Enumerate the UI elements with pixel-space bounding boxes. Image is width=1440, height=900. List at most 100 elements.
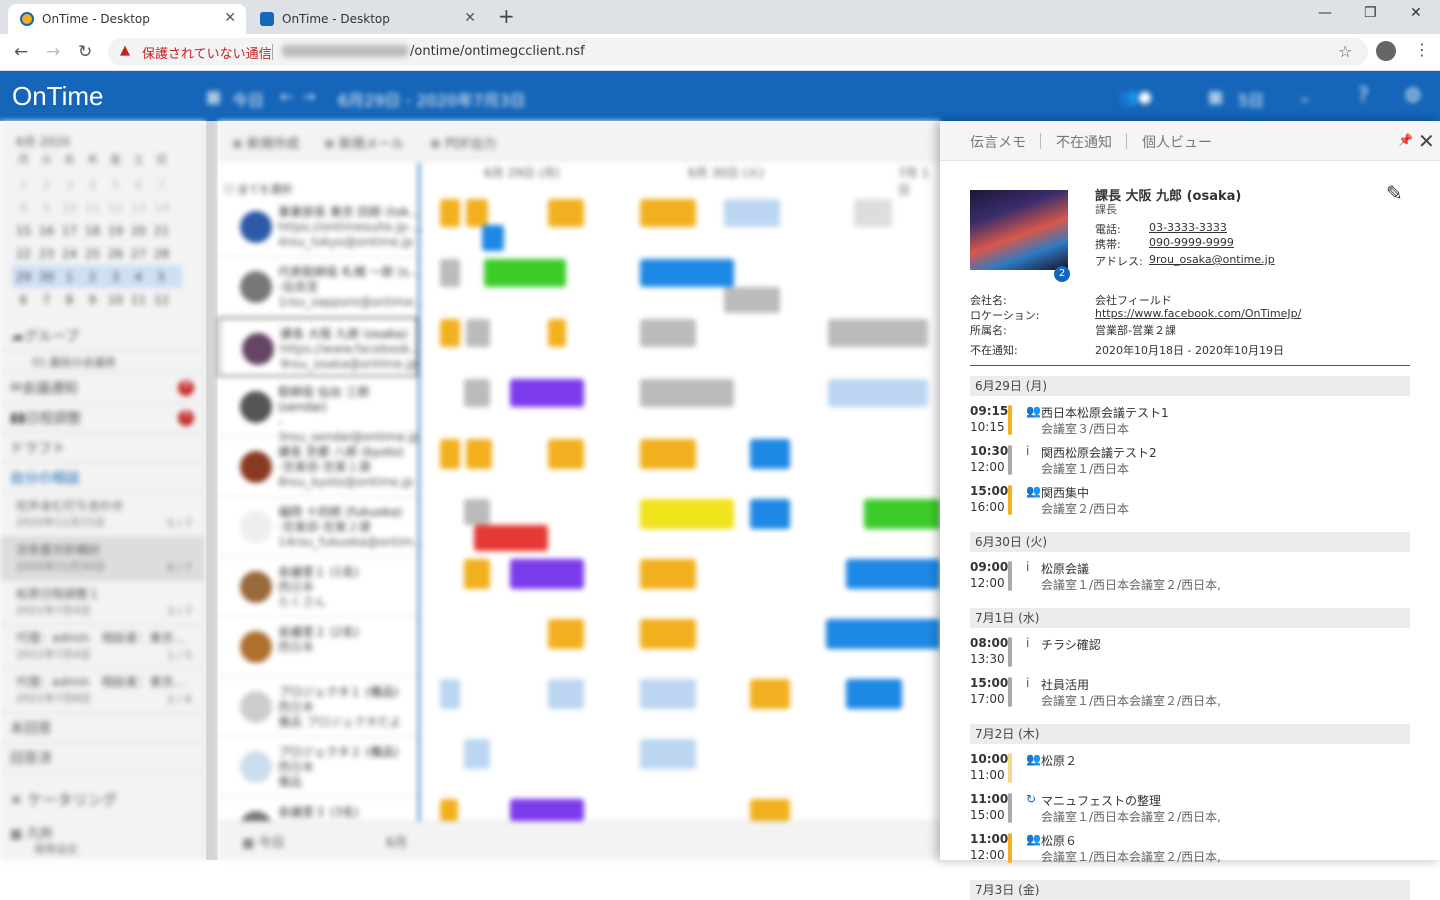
day-cell[interactable]: 2 [81, 270, 104, 284]
event-block[interactable] [440, 439, 460, 469]
event-block[interactable] [750, 499, 790, 529]
event-block[interactable] [474, 525, 548, 551]
day-cell[interactable]: 13 [127, 201, 150, 215]
event-block[interactable] [548, 619, 584, 649]
browser-tab-active[interactable]: OnTime - Desktop ✕ [8, 4, 246, 34]
gear-icon[interactable]: ⚙ [1404, 83, 1422, 107]
event-block[interactable] [482, 225, 504, 251]
tab-message-memo[interactable]: 伝言メモ [970, 132, 1026, 152]
mini-calendar[interactable]: 月火水木金土日 1 2 3 4 5 6 7 8 9 10 11 12 13 14 15 16 17 18 19 20 21… [12, 151, 182, 311]
tab-personal-view[interactable]: 個人ビュー [1142, 132, 1212, 152]
day-cell[interactable]: 26 [104, 247, 127, 261]
event-block[interactable] [548, 439, 584, 469]
event-block[interactable] [440, 679, 460, 709]
event-block[interactable] [640, 619, 696, 649]
unanswered-row[interactable]: 未回答 [0, 713, 206, 743]
agenda-event[interactable]: 10:30 12:00 i 関西松原会議テスト2 会議室１/西日本 [970, 444, 1410, 478]
bottom-today-button[interactable]: ▦ 今日 [242, 832, 284, 851]
day-cell[interactable]: 14 [150, 201, 173, 215]
close-icon[interactable]: ✕ [1418, 129, 1435, 153]
restore-icon[interactable]: ❐ [1364, 5, 1377, 21]
bottom-month[interactable]: 6月 [386, 832, 407, 851]
day-cell[interactable]: 21 [150, 224, 173, 238]
new-tab-icon[interactable]: + [498, 4, 515, 28]
event-block[interactable] [828, 319, 928, 347]
day-cell[interactable]: 29 [12, 270, 35, 284]
day-cell[interactable]: 10 [104, 293, 127, 307]
event-block[interactable] [640, 439, 696, 469]
agenda-event[interactable]: 09:15 10:15 👥 西日本松原会議テスト1 会議室３/西日本 [970, 404, 1410, 438]
event-block[interactable] [466, 319, 490, 347]
day-cell[interactable]: 5 [150, 270, 173, 284]
view-days[interactable]: 5日 [1238, 87, 1264, 111]
legend-row[interactable]: ▦ 凡例 [10, 823, 52, 842]
event-block[interactable] [464, 499, 490, 525]
event-block[interactable] [640, 319, 696, 347]
event-block[interactable] [440, 199, 460, 227]
star-icon[interactable]: ☆ [1338, 42, 1352, 61]
close-tab-icon[interactable]: ✕ [464, 10, 476, 26]
event-block[interactable] [464, 559, 490, 589]
browser-tab-inactive[interactable]: OnTime - Desktop ✕ [248, 4, 486, 34]
day-cell[interactable]: 12 [150, 293, 173, 307]
event-block[interactable] [640, 739, 696, 769]
day-cell[interactable]: 3 [58, 178, 81, 192]
agenda-event[interactable]: 10:00 11:00 👥 松原２ [970, 752, 1410, 786]
day-cell[interactable]: 25 [81, 247, 104, 261]
day-cell[interactable]: 2 [35, 178, 58, 192]
mobile-link[interactable]: 090-9999-9999 [1149, 236, 1234, 249]
day-cell[interactable]: 19 [104, 224, 127, 238]
next-icon[interactable]: → [302, 87, 315, 106]
agenda-event[interactable]: 15:00 16:00 👥 関西集中 会議室２/西日本 [970, 484, 1410, 518]
day-cell[interactable]: 7 [150, 178, 173, 192]
event-block[interactable] [846, 679, 902, 709]
day-cell[interactable]: 6 [12, 293, 35, 307]
day-cell[interactable]: 11 [127, 293, 150, 307]
collapse-handle[interactable] [206, 121, 218, 860]
event-block[interactable] [640, 379, 734, 407]
event-block[interactable] [724, 287, 780, 313]
day-cell[interactable]: 24 [58, 247, 81, 261]
day-cell[interactable]: 8 [58, 293, 81, 307]
people-toggle-icon[interactable]: 👥● [1118, 87, 1152, 106]
day-cell[interactable]: 16 [35, 224, 58, 238]
event-block[interactable] [548, 679, 584, 709]
agenda-event[interactable]: 11:00 15:00 ↻ マニュフェストの整理 会議室１/西日本会議室２/西日本, [970, 792, 1410, 826]
consult-item[interactable]: 社外含む打ち合わせ 2020年11月15日 5 / 7 [0, 493, 206, 537]
event-block[interactable] [750, 799, 790, 821]
day-cell[interactable]: 27 [127, 247, 150, 261]
event-block[interactable] [440, 799, 458, 821]
location-link[interactable]: https://www.facebook.com/OnTimeJp/ [1095, 307, 1301, 320]
view-calendar-icon[interactable]: ▦ [1208, 87, 1223, 106]
event-block[interactable] [826, 619, 940, 649]
chevron-down-icon[interactable]: ⌄ [1298, 87, 1311, 106]
day-cell[interactable]: 28 [150, 247, 173, 261]
event-block[interactable] [440, 319, 460, 347]
event-block[interactable] [828, 379, 928, 407]
day-cell[interactable]: 10 [58, 201, 81, 215]
event-block[interactable] [854, 199, 892, 227]
event-block[interactable] [466, 199, 488, 227]
answered-row[interactable]: 回答済 [0, 743, 206, 773]
day-cell[interactable]: 22 [12, 247, 35, 261]
minimize-icon[interactable]: — [1318, 5, 1332, 21]
consult-item[interactable]: 松原日程調整１ 2021年7月4日 3 / 7 [0, 581, 206, 625]
address-link[interactable]: 9rou_osaka@ontime.jp [1149, 253, 1275, 266]
consult-item[interactable]: 次年度方針検討 2020年11月30日 6 / 7 [0, 537, 206, 581]
day-cell[interactable]: 1 [58, 270, 81, 284]
menu-icon[interactable]: ⋮ [1414, 40, 1430, 59]
tab-absence[interactable]: 不在通知 [1056, 132, 1112, 152]
today-button[interactable]: 今日 [232, 87, 264, 111]
event-block[interactable] [864, 499, 940, 529]
day-cell[interactable]: 8 [12, 201, 35, 215]
event-block[interactable] [548, 319, 566, 347]
event-block[interactable] [464, 379, 490, 407]
draft-row[interactable]: ドラフト [0, 433, 206, 463]
day-cell[interactable]: 6 [127, 178, 150, 192]
pin-icon[interactable]: 📌 [1398, 133, 1413, 147]
agenda-event[interactable]: 11:00 12:00 👥 松原６ 会議室１/西日本会議室２/西日本, [970, 832, 1410, 866]
phone-link[interactable]: 03-3333-3333 [1149, 221, 1227, 234]
event-block[interactable] [548, 199, 584, 227]
day-cell[interactable]: 9 [81, 293, 104, 307]
event-block[interactable] [510, 799, 584, 821]
